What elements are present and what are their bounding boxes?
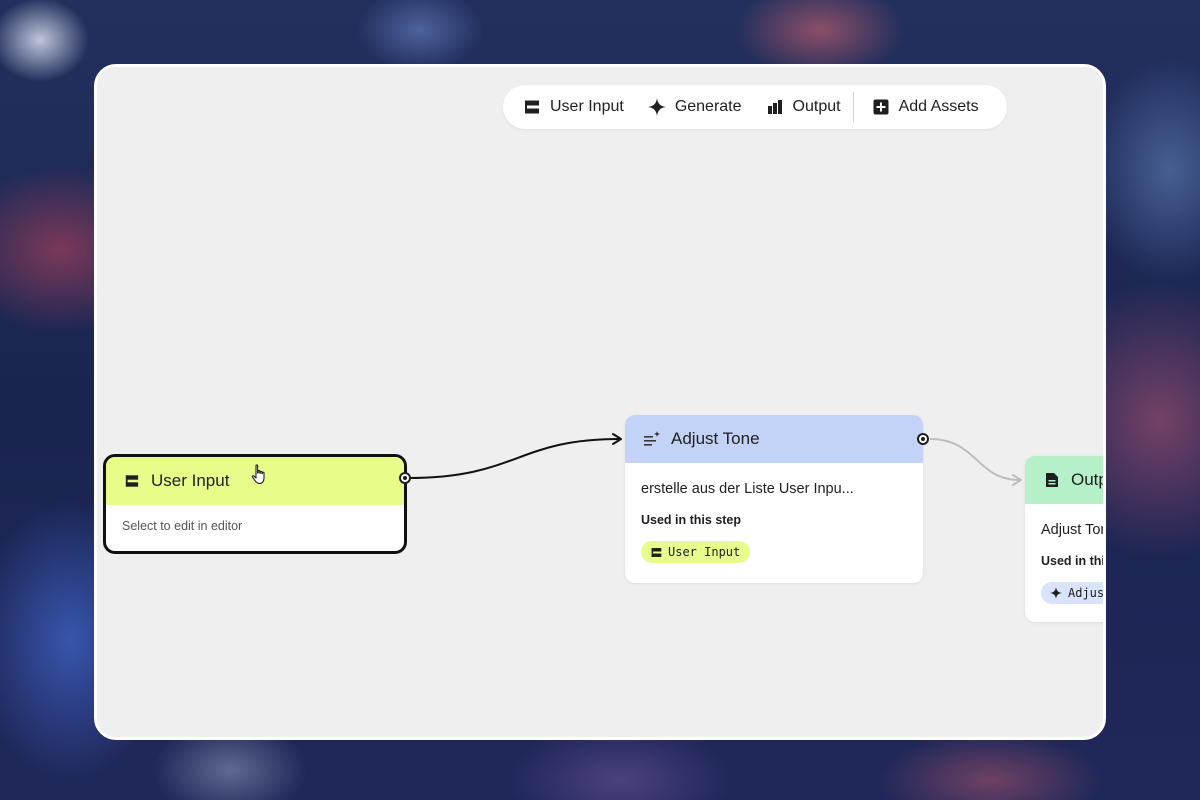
document-icon <box>1043 471 1061 489</box>
plus-box-icon <box>872 98 890 116</box>
output-node-header: Outp <box>1025 456 1106 504</box>
adjust-tone-output-port[interactable] <box>917 433 929 445</box>
bar-chart-icon <box>766 98 784 116</box>
adjust-tone-node-header: Adjust Tone <box>625 415 923 463</box>
user-input-node-title: User Input <box>151 471 230 490</box>
user-input-output-port[interactable] <box>399 472 411 484</box>
sparkle-icon <box>647 98 666 116</box>
add-assets-label: Add Assets <box>898 98 979 115</box>
flag-icon <box>123 472 141 490</box>
output-description: Adjust Ton <box>1041 522 1106 538</box>
output-used-label: Used in thi <box>1041 554 1105 568</box>
toolbar-generate-label: Generate <box>674 98 742 115</box>
toolbar-user-input-button[interactable]: User Input <box>523 85 624 129</box>
hand-cursor-icon <box>251 464 265 485</box>
wire-user-input-to-adjust-tone <box>407 438 620 479</box>
output-node-title: Outp <box>1071 470 1106 489</box>
wire-arrowhead-adjust-tone <box>612 433 622 445</box>
flag-icon <box>650 546 662 558</box>
adjust-tone-chip[interactable]: Adjus <box>1041 582 1105 604</box>
toolbar-generate-button[interactable]: Generate <box>647 85 742 129</box>
output-node[interactable]: Outp Adjust Ton Used in thi Adjus <box>1025 456 1106 622</box>
text-sparkle-icon <box>643 430 661 448</box>
adjust-tone-description: erstelle aus der Liste User Inpu... <box>641 481 854 497</box>
toolbar-divider <box>852 92 854 122</box>
adjust-tone-node-body: erstelle aus der Liste User Inpu... Used… <box>625 463 923 563</box>
workflow-canvas[interactable]: User Input Generate Output Add Assets Us… <box>94 64 1106 740</box>
wire-arrowhead-output <box>1012 474 1022 486</box>
add-assets-button[interactable]: Add Assets <box>872 85 979 129</box>
user-input-chip[interactable]: User Input <box>641 541 751 563</box>
toolbar-output-label: Output <box>792 98 841 115</box>
toolbar-user-input-label: User Input <box>550 98 624 115</box>
adjust-tone-node-title: Adjust Tone <box>671 429 760 448</box>
toolbar-output-button[interactable]: Output <box>766 85 841 129</box>
flag-icon <box>523 98 541 116</box>
adjust-tone-node[interactable]: Adjust Tone erstelle aus der Liste User … <box>625 415 923 583</box>
connection-wires <box>407 433 1022 486</box>
user-input-chip-label: User Input <box>668 545 741 559</box>
wire-adjust-tone-to-output <box>929 438 1020 481</box>
adjust-tone-used-label: Used in this step <box>641 513 742 527</box>
user-input-node-subtitle: Select to edit in editor <box>122 519 243 533</box>
adjust-tone-chip-label: Adjus <box>1068 586 1105 600</box>
node-toolbar: User Input Generate Output Add Assets <box>503 85 1007 129</box>
output-node-body: Adjust Ton Used in thi Adjus <box>1025 504 1106 604</box>
sparkle-icon <box>1050 587 1062 599</box>
